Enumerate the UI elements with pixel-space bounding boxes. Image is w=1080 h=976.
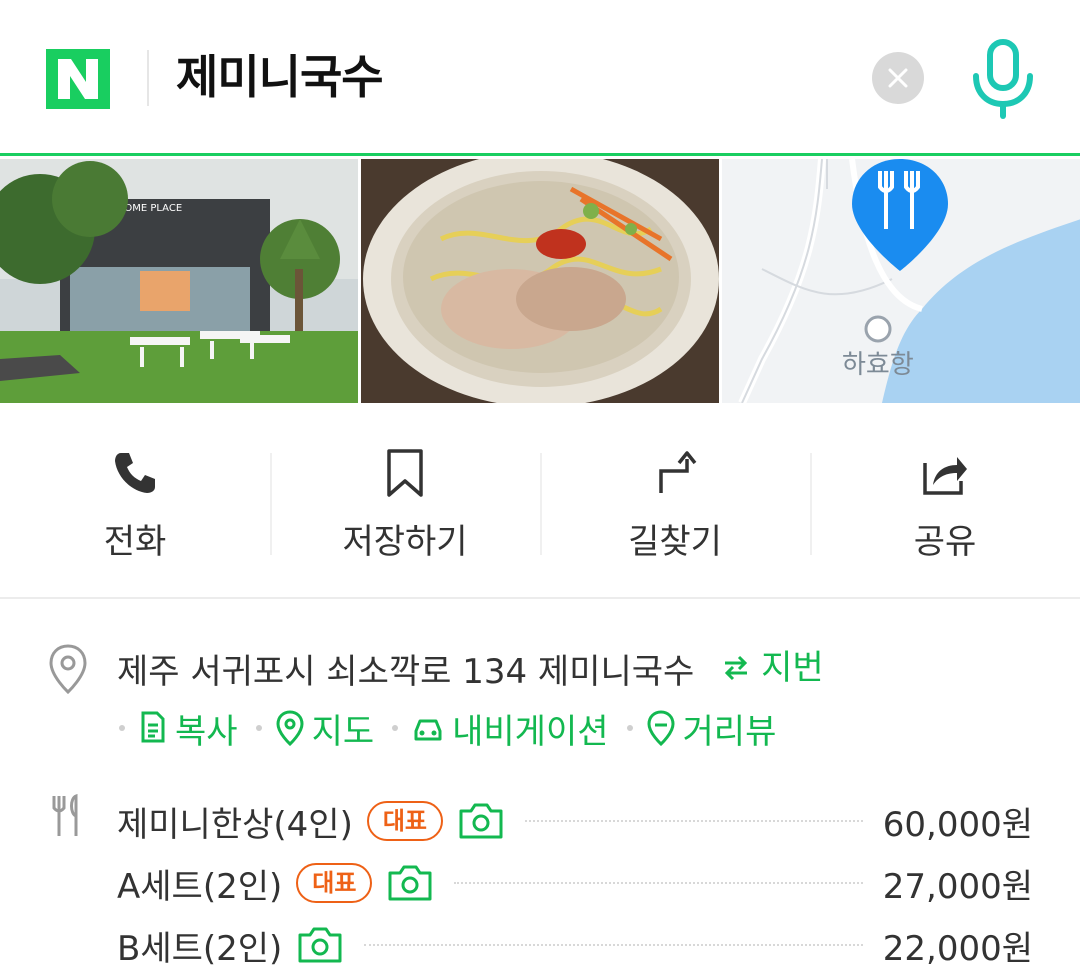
close-icon [888, 68, 908, 88]
menu-item-name: 제미니한상(4인) [117, 804, 353, 845]
menu-item-price: 27,000원 [882, 866, 1033, 907]
jibun-label: 지번 [761, 648, 824, 688]
map-pin-icon [276, 710, 304, 746]
menu-list: 제미니한상(4인) 대표 60,000원 A세트(2인) 대표 27,000원 … [117, 790, 1033, 976]
map-place-label: 하효항 [842, 350, 914, 380]
copy-icon [141, 711, 165, 743]
menu-item[interactable]: A세트(2인) 대표 27,000원 [117, 852, 1033, 914]
menu-item-price: 22,000원 [882, 928, 1033, 969]
separator-dot [392, 725, 399, 731]
location-icon [49, 644, 87, 694]
phone-icon [115, 453, 155, 493]
directions-icon [659, 451, 697, 493]
menu-item[interactable]: 제미니한상(4인) 대표 60,000원 [117, 790, 1033, 852]
menu-item-name: B세트(2인) [117, 928, 283, 969]
dotted-leader [454, 882, 863, 884]
call-button[interactable]: 전화 [0, 403, 270, 597]
map-link[interactable]: 지도 [276, 704, 375, 753]
signature-badge: 대표 [296, 863, 373, 903]
street-view-label: 거리뷰 [682, 711, 777, 752]
photo-strip: SOME PLACE 하효항 [0, 159, 1080, 403]
street-view-icon [647, 710, 675, 746]
mic-icon[interactable] [968, 38, 1038, 122]
header-divider [147, 50, 149, 106]
menu-item[interactable]: B세트(2인) 22,000원 [117, 914, 1033, 976]
address-links: 복사 지도 내비게이션 거리뷰 [117, 702, 792, 754]
map-label: 지도 [311, 711, 375, 752]
search-header: 제미니국수 [0, 0, 1080, 156]
restaurant-icon [52, 794, 78, 836]
directions-button[interactable]: 길찾기 [540, 403, 810, 597]
navigation-link[interactable]: 내비게이션 [412, 704, 609, 753]
storefront-sign: SOME PLACE [118, 203, 182, 214]
clear-search-button[interactable] [872, 52, 924, 104]
car-icon [414, 719, 442, 741]
separator-dot [119, 725, 125, 731]
signature-badge: 대표 [366, 801, 444, 841]
dotted-leader [364, 944, 863, 946]
naver-logo[interactable] [46, 49, 110, 109]
swap-icon [725, 655, 748, 681]
search-input[interactable]: 제미니국수 [176, 46, 384, 108]
camera-icon[interactable] [386, 863, 434, 903]
action-bar: 전화 저장하기 길찾기 공유 [0, 403, 1080, 599]
save-label: 저장하기 [342, 522, 468, 562]
camera-icon[interactable] [457, 801, 505, 841]
separator-dot [255, 725, 262, 731]
noodle-photo[interactable] [361, 159, 719, 403]
menu-item-price: 60,000원 [882, 804, 1033, 845]
navigation-label: 내비게이션 [452, 711, 609, 752]
bookmark-icon [387, 449, 423, 497]
storefront-photo[interactable]: SOME PLACE [0, 159, 358, 403]
address-text: 제주 서귀포시 쇠소깍로 134 제미니국수 [117, 652, 695, 692]
share-label: 공유 [913, 522, 977, 562]
separator-dot [626, 725, 633, 731]
share-button[interactable]: 공유 [810, 403, 1080, 597]
dotted-leader [525, 820, 863, 822]
directions-label: 길찾기 [628, 522, 722, 562]
address-row: 제주 서귀포시 쇠소깍로 134 제미니국수 지번 [117, 642, 824, 698]
map-thumbnail[interactable]: 하효항 [722, 159, 1080, 403]
save-button[interactable]: 저장하기 [270, 403, 540, 597]
menu-item-name: A세트(2인) [117, 866, 283, 907]
camera-icon[interactable] [296, 925, 344, 965]
copy-label: 복사 [175, 711, 238, 752]
share-icon [923, 457, 967, 495]
street-view-link[interactable]: 거리뷰 [647, 704, 777, 753]
jibun-toggle[interactable]: 지번 [721, 642, 824, 694]
call-label: 전화 [103, 522, 167, 562]
copy-address-link[interactable]: 복사 [139, 704, 238, 753]
